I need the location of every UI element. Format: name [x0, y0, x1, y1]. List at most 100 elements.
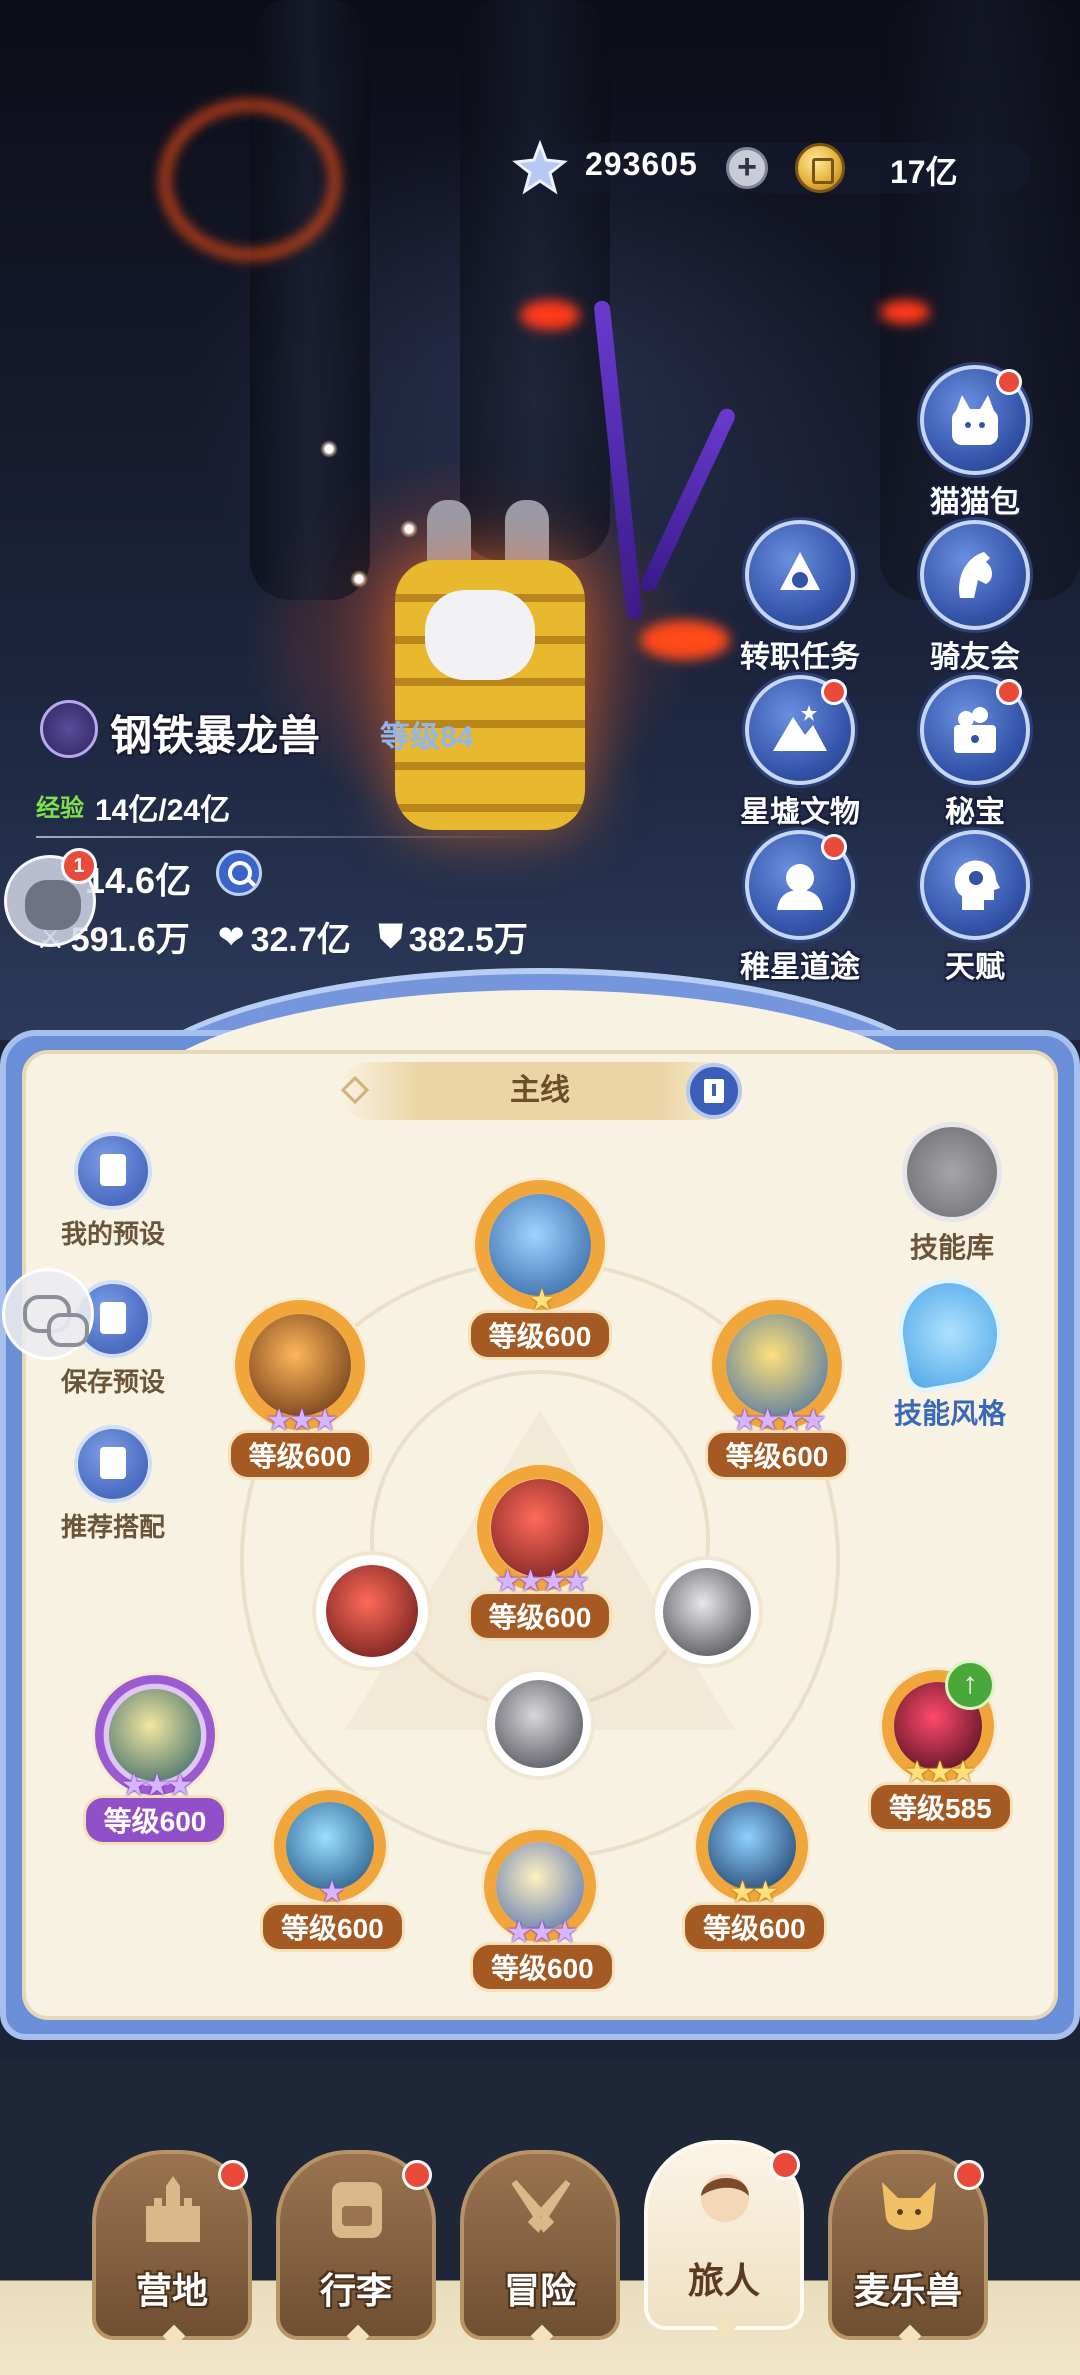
presets-icon [74, 1132, 152, 1210]
sparkle [350, 570, 368, 588]
skill-stars: ★★★ [120, 1769, 194, 1802]
skill-art-icon [491, 1479, 589, 1577]
star-path-icon [777, 864, 823, 910]
skill-art-icon [326, 1565, 418, 1657]
nav-traveler[interactable]: 旅人 [644, 2140, 804, 2338]
skill-slot-top[interactable]: ★ 等级600 [455, 1180, 625, 1360]
skill-level-badge: 等级600 [260, 1902, 405, 1952]
exp-label: 经验 [36, 795, 84, 822]
skill-library-label: 技能库 [909, 1232, 994, 1263]
nav-luggage[interactable]: 行李 [276, 2150, 436, 2348]
skill-stars: ★★ [729, 1876, 779, 1909]
skill-guide-button[interactable] [686, 1063, 742, 1119]
fire-ember [520, 300, 580, 330]
skill-slot-left[interactable]: ★★★ 等级600 [80, 1675, 230, 1845]
skill-art-icon [726, 1314, 828, 1416]
star-path-button[interactable]: 稚星道途 [740, 830, 860, 986]
upgrade-arrow-icon[interactable]: ↑ [945, 1660, 995, 1710]
avatar-badge: 1 [61, 848, 97, 884]
skill-slot-center[interactable]: ★★★★ 等级600 [452, 1465, 628, 1641]
horse-icon [959, 552, 992, 598]
nav-pet[interactable]: 麦乐兽 [828, 2150, 988, 2348]
save-preset-label: 保存预设 [60, 1367, 165, 1397]
skill-stars: ★★★★ [494, 1565, 590, 1598]
star-path-label: 稚星道途 [740, 951, 860, 984]
skill-ring [487, 1672, 591, 1776]
skill-stars: ★★★ [903, 1756, 977, 1789]
defense-value: 382.5万 [408, 921, 528, 959]
nav-adventure[interactable]: 冒险 [460, 2150, 620, 2348]
skill-style-button[interactable]: 技能风格 [875, 1269, 1025, 1432]
skill-stars: ★★★ [505, 1916, 579, 1949]
skill-slot-bottom-left[interactable]: ★ 等级600 [260, 1790, 405, 1952]
treasure-icon [954, 707, 996, 753]
skill-slot-upper-left[interactable]: ★★★ 等级600 [215, 1300, 385, 1480]
nav-pet-label: 麦乐兽 [853, 2270, 962, 2311]
skill-slot-mid-left[interactable] [312, 1555, 432, 1667]
combat-power: 14.6亿 [85, 860, 192, 901]
hp-value: 32.7亿 [250, 921, 351, 959]
cat-bag-button[interactable]: 猫猫包 [915, 365, 1035, 521]
talent-head-icon [954, 860, 1000, 910]
skill-art-icon [109, 1689, 201, 1781]
skill-stars: ★★★ [265, 1404, 339, 1437]
star-relic-label: 星墟文物 [740, 796, 860, 829]
coin-count: 17亿 [890, 154, 958, 190]
rider-club-button[interactable]: 骑友会 [915, 520, 1035, 676]
crossed-swords-icon [511, 2179, 571, 2233]
star-relic-button[interactable]: 星墟文物 [740, 675, 860, 831]
skill-slot-bottom-right[interactable]: ★★ 等级600 [682, 1790, 827, 1952]
character-model[interactable] [385, 500, 595, 830]
power-details-button[interactable] [216, 850, 262, 896]
sparkle [320, 440, 338, 458]
skill-art-icon [489, 1194, 591, 1296]
notification-dot [996, 369, 1022, 395]
moon-icon [902, 1122, 1002, 1222]
treasure-button[interactable]: 秘宝 [915, 675, 1035, 831]
skill-stars: ★ [318, 1876, 346, 1909]
nav-camp[interactable]: 营地 [92, 2150, 252, 2348]
skill-slot-mid-right[interactable] [652, 1560, 762, 1664]
pet-cat-icon [882, 2182, 936, 2230]
skill-slot-lower-center[interactable] [484, 1672, 594, 1776]
hp-stat: ❤ 32.7亿 [218, 912, 351, 961]
my-presets-label: 我的预设 [60, 1219, 165, 1249]
background-tree [460, 0, 610, 560]
chat-icon[interactable] [2, 1268, 94, 1360]
mainline-tab[interactable]: 主线 [340, 1062, 740, 1120]
exp-value: 14亿/24亿 [95, 794, 231, 827]
recommended-build-label: 推荐搭配 [60, 1512, 165, 1542]
notification-dot [770, 2150, 800, 2180]
skill-level-badge: 等级600 [227, 1430, 373, 1480]
backpack-icon [332, 2182, 382, 2238]
skill-slot-upper-right[interactable]: ★★★★ 等级600 [692, 1300, 862, 1480]
fire-ember [880, 300, 930, 324]
notification-dot [954, 2160, 984, 2190]
skill-library-button[interactable]: 技能库 [882, 1122, 1022, 1266]
floating-avatar-button[interactable]: 1 [4, 848, 97, 947]
skill-level-badge: 等级600 [704, 1430, 850, 1480]
mountain-icon [773, 705, 827, 751]
character-level: 等级84 [380, 721, 474, 754]
notification-dot [821, 679, 847, 705]
skill-slot-bottom-center[interactable]: ★★★ 等级600 [470, 1830, 615, 1992]
skill-level-badge: 等级600 [682, 1902, 827, 1952]
cat-bag-label: 猫猫包 [930, 486, 1020, 519]
add-gems-button[interactable]: + [726, 147, 768, 189]
class-change-button[interactable]: 转职任务 [740, 520, 860, 676]
notification-dot [821, 834, 847, 860]
character-name: 钢铁暴龙兽 [110, 712, 321, 759]
skill-stars: ★★★★ [731, 1404, 827, 1437]
skill-style-label: 技能风格 [893, 1398, 1006, 1429]
recommended-build-button[interactable]: 推荐搭配 [38, 1425, 188, 1544]
notification-dot [996, 679, 1022, 705]
background-tree [250, 0, 370, 600]
skill-level-badge: 等级600 [467, 1310, 613, 1360]
talent-button[interactable]: 天赋 [915, 830, 1035, 986]
skill-level-badge: 等级600 [470, 1942, 615, 1992]
my-presets-button[interactable]: 我的预设 [38, 1132, 188, 1251]
rider-club-label: 骑友会 [930, 641, 1020, 674]
skill-level-badge: 等级585 [868, 1782, 1013, 1832]
skill-level-badge: 等级600 [467, 1591, 613, 1641]
fire-swirl [160, 100, 340, 260]
